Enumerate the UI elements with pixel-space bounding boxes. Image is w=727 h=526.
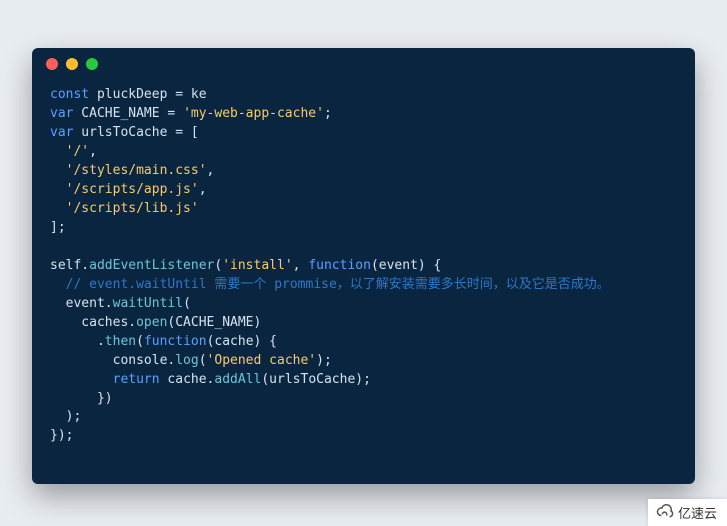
code-text: ( (136, 334, 144, 349)
code-text: event. (50, 296, 113, 311)
code-text: urlsToCache = [ (73, 125, 198, 140)
code-text: , (199, 182, 207, 197)
watermark-badge: 亿速云 (648, 499, 727, 526)
keyword-var: var (50, 125, 73, 140)
function-call: waitUntil (113, 296, 183, 311)
code-text: , (207, 163, 215, 178)
comment: // event.waitUntil 需要一个 prommise，以了解安装需要… (66, 277, 610, 292)
code-text: , (89, 144, 97, 159)
string-literal: '/styles/main.css' (66, 163, 207, 178)
window-titlebar (32, 48, 695, 80)
function-call: log (175, 353, 198, 368)
zoom-icon[interactable] (86, 58, 98, 70)
function-call: addAll (214, 372, 261, 387)
code-text: ( (199, 353, 207, 368)
function-call: then (105, 334, 136, 349)
code-editor-window: const pluckDeep = ke var CACHE_NAME = 'm… (32, 48, 695, 484)
cloud-icon (656, 502, 674, 523)
code-text: ; (324, 106, 332, 121)
code-text: (urlsToCache); (261, 372, 371, 387)
close-icon[interactable] (46, 58, 58, 70)
keyword-const: const (50, 87, 89, 102)
keyword-var: var (50, 106, 73, 121)
code-text: ); (316, 353, 332, 368)
code-text: cache. (160, 372, 215, 387)
function-call: open (136, 315, 167, 330)
code-text: CACHE_NAME = (73, 106, 183, 121)
code-text: (cache) { (207, 334, 277, 349)
code-text: ( (183, 296, 191, 311)
code-text: console. (50, 353, 175, 368)
code-area: const pluckDeep = ke var CACHE_NAME = 'm… (32, 80, 695, 484)
code-text: pluckDeep = ke (89, 87, 206, 102)
code-text: . (50, 334, 105, 349)
watermark-text: 亿速云 (678, 503, 717, 522)
function-call: addEventListener (89, 258, 214, 273)
code-text: }) (50, 391, 113, 406)
string-literal: 'Opened cache' (207, 353, 317, 368)
keyword-function: function (144, 334, 207, 349)
string-literal: '/scripts/app.js' (66, 182, 199, 197)
minimize-icon[interactable] (66, 58, 78, 70)
keyword-return: return (113, 372, 160, 387)
string-literal: '/' (66, 144, 89, 159)
keyword-function: function (308, 258, 371, 273)
string-literal: '/scripts/lib.js' (66, 201, 199, 216)
code-text: self. (50, 258, 89, 273)
string-literal: 'my-web-app-cache' (183, 106, 324, 121)
code-text: ]; (50, 220, 66, 235)
code-text: }); (50, 428, 73, 443)
code-text: (event) { (371, 258, 441, 273)
code-text: (CACHE_NAME) (167, 315, 261, 330)
code-text: , (293, 258, 309, 273)
string-literal: 'install' (222, 258, 292, 273)
code-text: caches. (50, 315, 136, 330)
code-text: ); (50, 409, 81, 424)
